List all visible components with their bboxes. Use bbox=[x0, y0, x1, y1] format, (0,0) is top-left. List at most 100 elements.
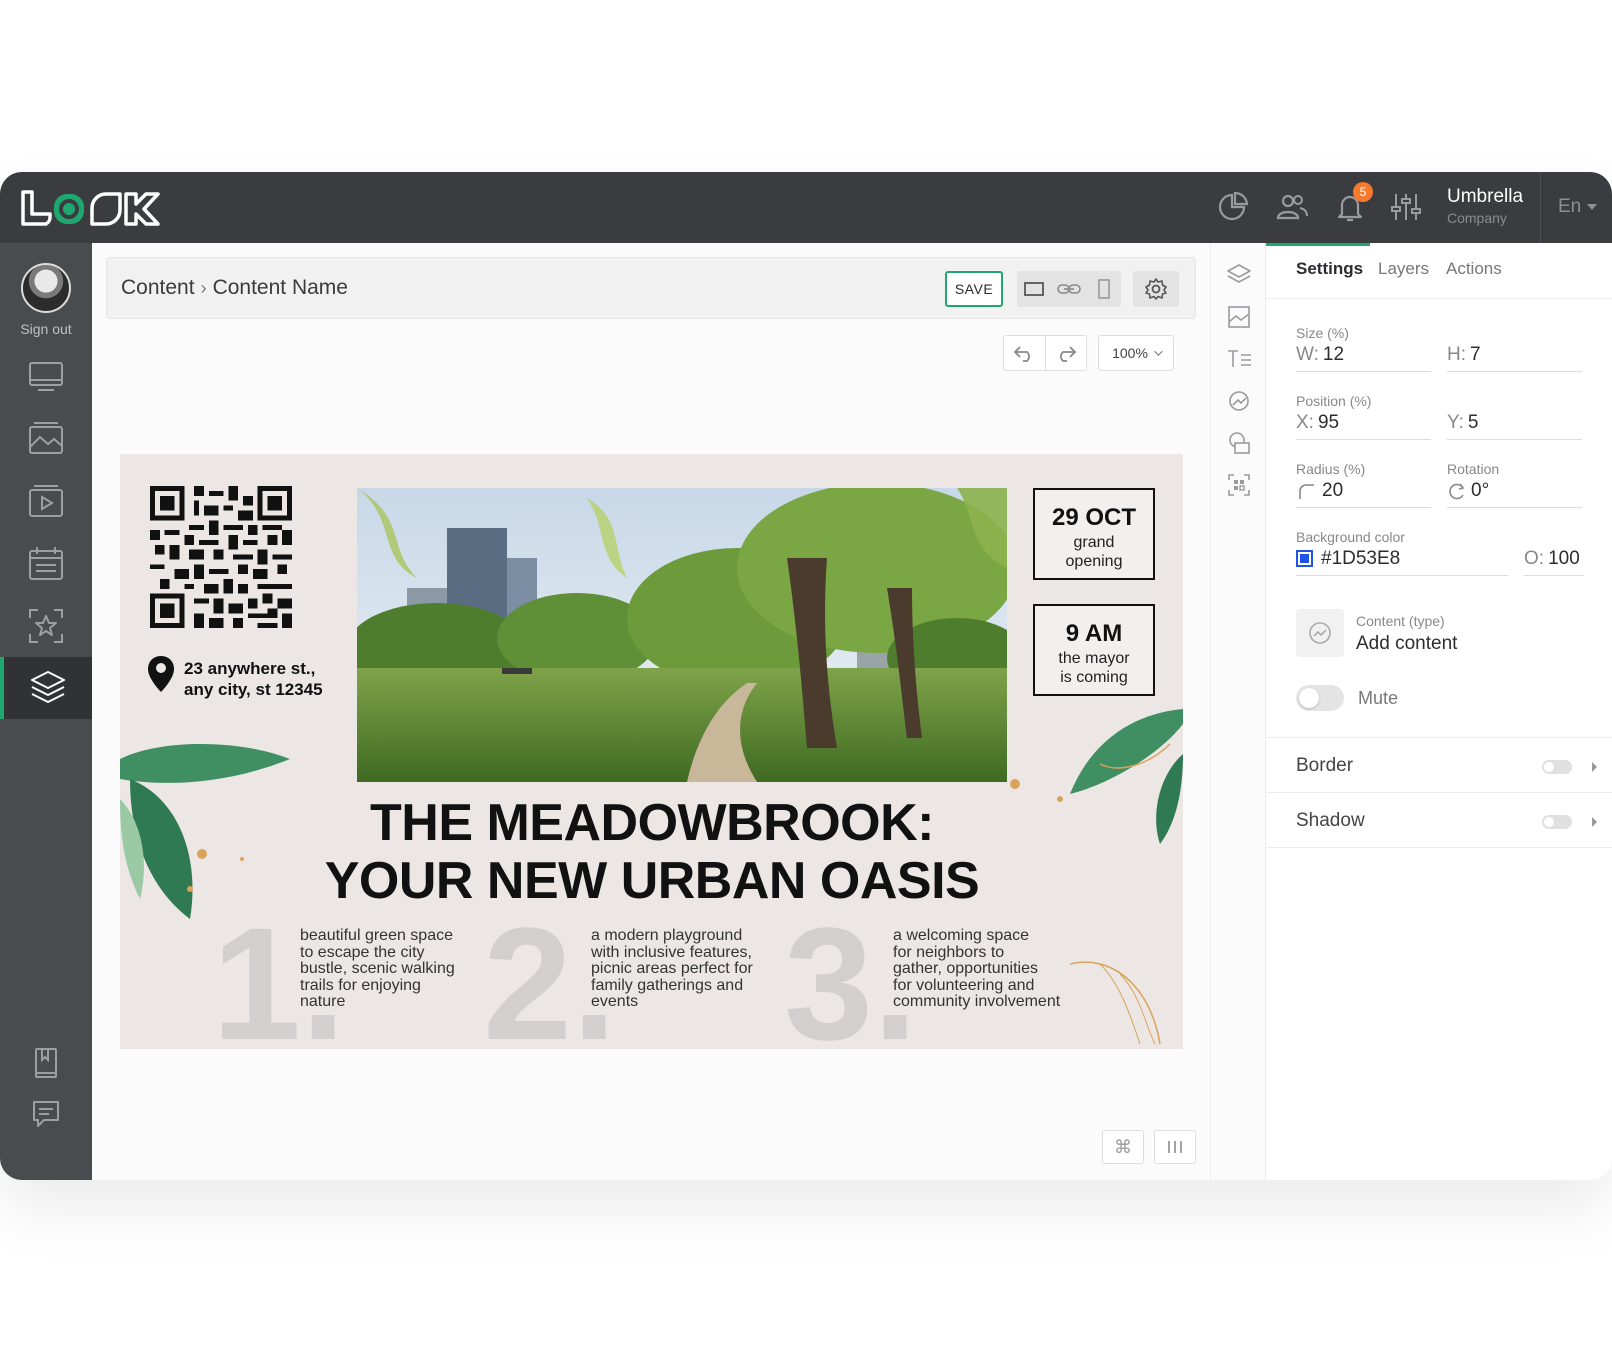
section-divider bbox=[1266, 792, 1612, 793]
address-text: 23 anywhere st., any city, st 12345 bbox=[184, 658, 323, 700]
tab-layers[interactable]: Layers bbox=[1378, 259, 1429, 279]
y-prefix: Y: bbox=[1447, 411, 1464, 433]
border-expand-icon[interactable] bbox=[1592, 762, 1597, 772]
corner-radius-icon bbox=[1299, 483, 1314, 499]
active-tab-indicator bbox=[1266, 243, 1370, 246]
avatar[interactable] bbox=[21, 263, 71, 313]
language-select[interactable]: En bbox=[1558, 196, 1598, 218]
landscape-icon[interactable] bbox=[1019, 274, 1049, 304]
content-type-label: Content (type) bbox=[1356, 613, 1445, 629]
top-divider bbox=[1540, 172, 1541, 243]
tab-actions[interactable]: Actions bbox=[1446, 259, 1502, 279]
widget-tool-icon[interactable] bbox=[1225, 387, 1253, 415]
image-tool-icon[interactable] bbox=[1225, 303, 1253, 331]
background-color-field[interactable]: #1D53E8 bbox=[1296, 542, 1508, 576]
shortcuts-button[interactable]: ⌘ bbox=[1102, 1130, 1144, 1164]
content-type-button[interactable] bbox=[1296, 609, 1344, 657]
radius-value: 20 bbox=[1322, 479, 1344, 501]
schedule-icon[interactable] bbox=[0, 533, 92, 595]
y-value: 5 bbox=[1467, 411, 1479, 433]
organization-switcher[interactable]: Umbrella Company bbox=[1447, 186, 1523, 226]
feature-1-line: bustle, scenic walking bbox=[300, 960, 455, 977]
chat-icon[interactable] bbox=[0, 1083, 92, 1145]
sign-out-link[interactable]: Sign out bbox=[0, 321, 92, 337]
bell-icon[interactable]: 5 bbox=[1333, 182, 1373, 224]
chevron-down-icon bbox=[1587, 203, 1598, 210]
breadcrumb-root[interactable]: Content bbox=[121, 276, 195, 299]
users-icon[interactable] bbox=[1275, 190, 1309, 224]
feature-text-1: beautiful green space to escape the city… bbox=[300, 927, 455, 1011]
rotation-value: 0° bbox=[1471, 479, 1490, 501]
height-prefix: H: bbox=[1447, 343, 1466, 365]
qr-tool-icon[interactable] bbox=[1225, 471, 1253, 499]
panel-tabs: Settings Layers Actions bbox=[1266, 243, 1612, 299]
layers-tool-icon[interactable] bbox=[1225, 261, 1253, 289]
feature-3-line: for volunteering and bbox=[893, 976, 1035, 994]
templates-icon[interactable] bbox=[0, 595, 92, 657]
color-swatch[interactable] bbox=[1296, 550, 1313, 567]
width-value: 12 bbox=[1322, 343, 1345, 365]
height-value: 7 bbox=[1470, 343, 1481, 365]
height-field[interactable]: H: 7 bbox=[1447, 338, 1582, 372]
feature-2-line: family gatherings and bbox=[591, 976, 744, 994]
border-label: Border bbox=[1296, 755, 1354, 776]
grid-columns-button[interactable] bbox=[1154, 1130, 1196, 1164]
qr-code bbox=[150, 486, 292, 628]
notification-badge: 5 bbox=[1353, 182, 1373, 202]
save-button[interactable]: SAVE bbox=[945, 271, 1003, 307]
time-box: 9 AM the mayor is coming bbox=[1033, 604, 1155, 696]
sliders-icon[interactable] bbox=[1389, 190, 1423, 224]
shadow-expand-icon[interactable] bbox=[1592, 817, 1597, 827]
gear-icon bbox=[1145, 278, 1167, 300]
text-tool-icon[interactable] bbox=[1225, 345, 1253, 373]
feature-3-line: gather, opportunities bbox=[893, 960, 1038, 977]
feature-1-line: trails for enjoying bbox=[300, 976, 421, 994]
x-position-field[interactable]: X: 95 bbox=[1296, 406, 1431, 440]
headline-line-1: THE MEADOWBROOK: bbox=[370, 794, 934, 852]
breadcrumb-separator: › bbox=[200, 278, 207, 298]
park-photo bbox=[357, 488, 1007, 782]
time-caption-2: is coming bbox=[1060, 669, 1128, 686]
radius-field[interactable]: 20 bbox=[1296, 474, 1431, 508]
shapes-tool-icon[interactable] bbox=[1225, 429, 1253, 457]
feature-text-3: a welcoming space for neighbors to gathe… bbox=[893, 927, 1060, 1011]
layers-icon[interactable] bbox=[0, 657, 92, 719]
breadcrumb: Content › Content Name bbox=[121, 276, 348, 300]
media-icon[interactable] bbox=[0, 408, 92, 470]
orientation-toggle-group bbox=[1017, 271, 1121, 307]
feature-1-line: beautiful green space bbox=[300, 927, 453, 944]
portrait-icon[interactable] bbox=[1089, 274, 1119, 304]
mute-toggle[interactable] bbox=[1296, 685, 1344, 711]
tab-settings[interactable]: Settings bbox=[1296, 259, 1363, 279]
analytics-icon[interactable] bbox=[1216, 190, 1250, 224]
feature-2-line: events bbox=[591, 993, 639, 1010]
shadow-toggle[interactable] bbox=[1542, 815, 1572, 829]
widget-icon bbox=[1309, 622, 1331, 644]
time-value: 9 AM bbox=[1065, 620, 1123, 647]
design-canvas[interactable]: 23 anywhere st., any city, st 12345 29 O… bbox=[120, 454, 1183, 1049]
settings-gear-button[interactable] bbox=[1133, 271, 1179, 307]
playlist-icon[interactable] bbox=[0, 471, 92, 533]
poster-headline: THE MEADOWBROOK: YOUR NEW URBAN OASIS bbox=[120, 794, 1183, 910]
language-label: En bbox=[1558, 196, 1582, 217]
zoom-select[interactable]: 100% bbox=[1098, 335, 1174, 371]
top-bar: 5 Umbrella Company En bbox=[0, 172, 1612, 243]
command-icon: ⌘ bbox=[1114, 1136, 1132, 1157]
properties-panel: Settings Layers Actions Size (%) W: 12 H:… bbox=[1266, 243, 1612, 1180]
width-field[interactable]: W: 12 bbox=[1296, 338, 1431, 372]
look-logo[interactable] bbox=[20, 188, 165, 228]
opacity-field[interactable]: O: 100 bbox=[1524, 542, 1584, 576]
border-toggle[interactable] bbox=[1542, 760, 1572, 774]
rotation-field[interactable]: 0° bbox=[1447, 474, 1582, 508]
screens-icon[interactable] bbox=[0, 346, 92, 408]
y-position-field[interactable]: Y: 5 bbox=[1447, 406, 1582, 440]
redo-icon[interactable] bbox=[1044, 336, 1087, 370]
width-prefix: W: bbox=[1296, 343, 1319, 365]
date-caption-2: opening bbox=[1065, 553, 1123, 570]
opacity-prefix: O: bbox=[1524, 547, 1545, 569]
link-icon[interactable] bbox=[1054, 274, 1084, 304]
undo-icon[interactable] bbox=[1004, 336, 1045, 370]
x-prefix: X: bbox=[1296, 411, 1314, 433]
feature-3-line: a welcoming space bbox=[893, 927, 1030, 944]
add-content-link[interactable]: Add content bbox=[1356, 633, 1457, 655]
